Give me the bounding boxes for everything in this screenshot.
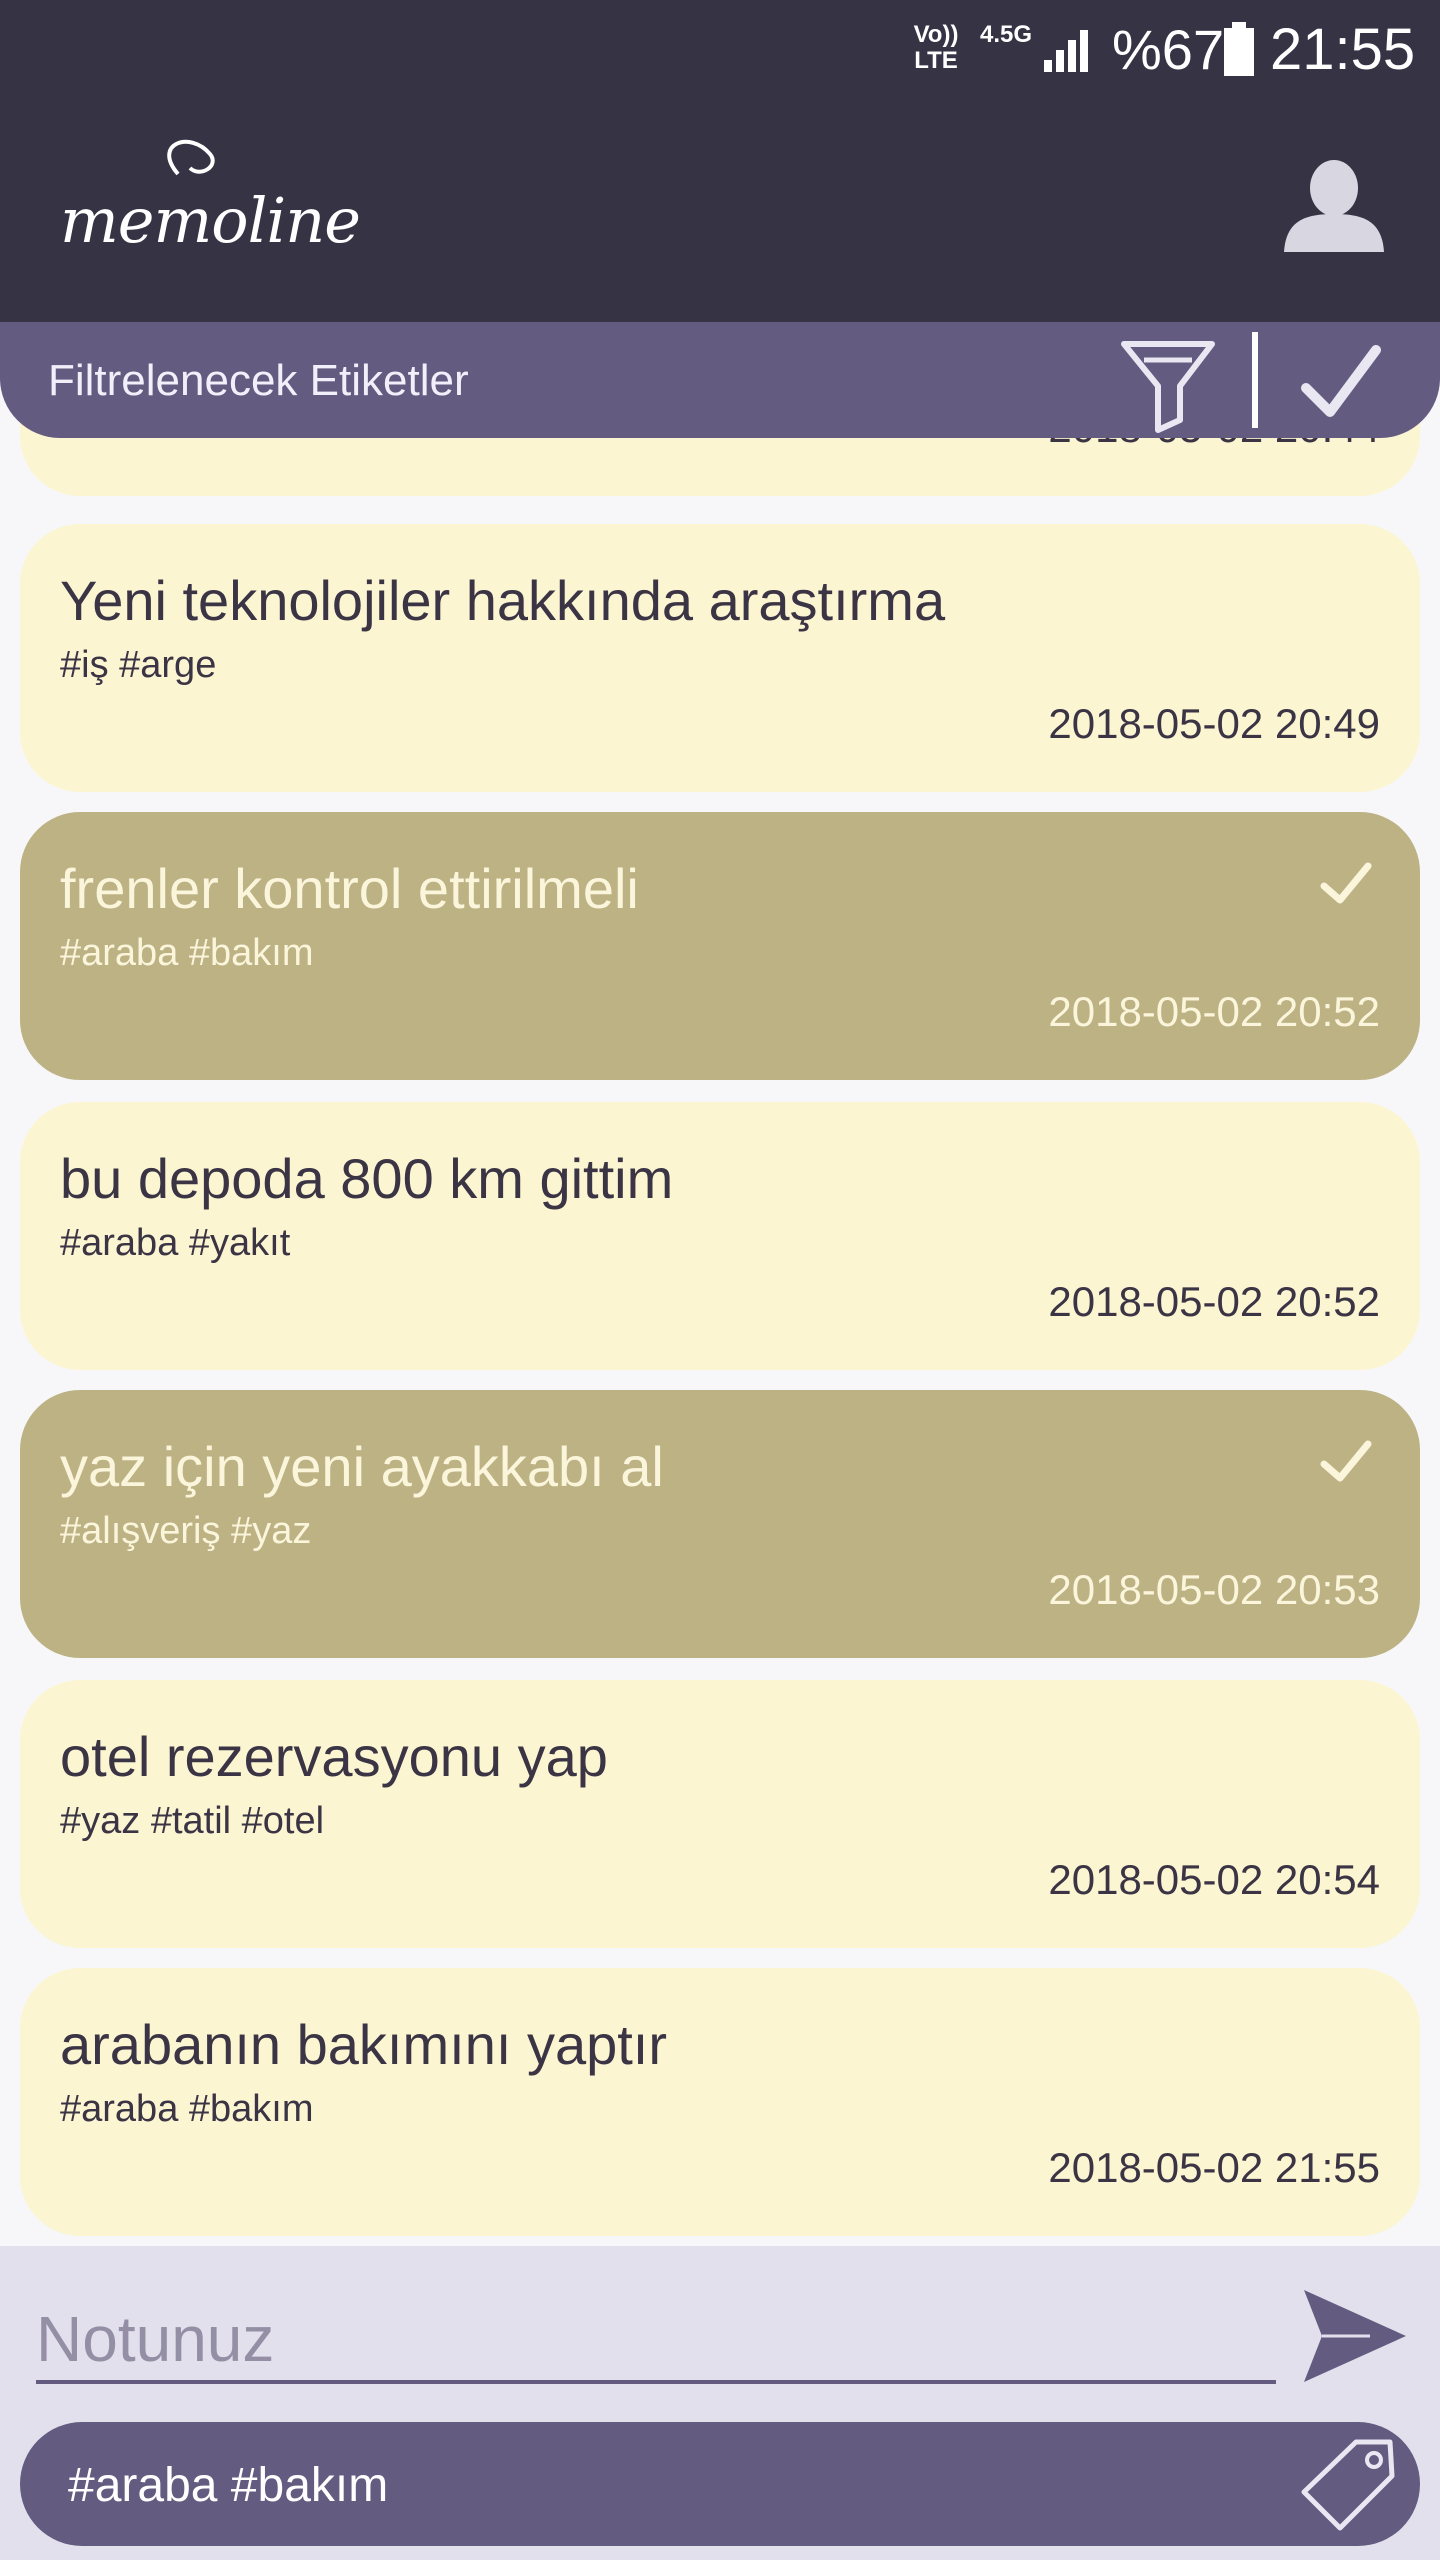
note-card[interactable]: arabanın bakımını yaptır #araba #bakım 2… [20,1968,1420,2236]
note-input[interactable] [36,2298,1276,2384]
note-title: yaz için yeni ayakkabı al [60,1435,664,1498]
person-icon [1284,160,1384,252]
note-date: 2018-05-02 21:55 [1048,2144,1380,2191]
note-title: bu depoda 800 km gittim [60,1147,674,1210]
note-date: 2018-05-02 20:53 [1048,1566,1380,1613]
note-tags: #araba #bakım [60,932,314,974]
notes-list[interactable]: 2018-05-02 20:44 Yeni teknolojiler hakkı… [0,322,1440,2246]
filter-label[interactable]: Filtrelenecek Etiketler [48,356,469,406]
note-date: 2018-05-02 20:52 [1048,988,1380,1035]
send-icon[interactable] [1300,2286,1410,2386]
note-tags: #iş #arge [60,644,217,686]
note-date: 2018-05-02 20:52 [1048,1278,1380,1325]
note-tags: #yaz #tatil #otel [60,1800,325,1842]
note-composer: #araba #bakım [0,2246,1440,2560]
check-icon[interactable] [1298,340,1382,424]
signal-icon [1044,30,1088,72]
filter-divider [1252,332,1258,428]
app-bar: memoline [0,100,1440,322]
profile-button[interactable] [1282,158,1386,254]
note-tags: #alışveriş #yaz [60,1510,312,1552]
tag-icon[interactable] [1298,2436,1398,2536]
note-card[interactable]: bu depoda 800 km gittim #araba #yakıt 20… [20,1102,1420,1370]
logo-text: memoline [60,184,361,257]
note-title: otel rezervasyonu yap [60,1725,608,1788]
note-card[interactable]: Yeni teknolojiler hakkında araştırma #iş… [20,524,1420,792]
note-tags: #araba #yakıt [60,1222,291,1264]
note-date: 2018-05-02 20:54 [1048,1856,1380,1903]
done-check-icon [1320,1440,1372,1482]
note-card[interactable]: otel rezervasyonu yap #yaz #tatil #otel … [20,1680,1420,1948]
note-card-done[interactable]: yaz için yeni ayakkabı al #alışveriş #ya… [20,1390,1420,1658]
clock: 21:55 [1270,17,1416,82]
note-card-done[interactable]: frenler kontrol ettirilmeli #araba #bakı… [20,812,1420,1080]
done-check-icon [1320,862,1372,904]
note-title: Yeni teknolojiler hakkında araştırma [60,569,946,632]
note-date: 2018-05-02 20:49 [1048,700,1380,747]
volte-indicator: Vo)) LTE [913,21,959,74]
status-bar: Vo)) LTE 4.5G %67 21:55 [0,0,1440,100]
funnel-icon[interactable] [1118,334,1218,434]
battery-percent: %67 [1112,18,1225,81]
tag-input-bar[interactable]: #araba #bakım [20,2422,1420,2546]
network-type: 4.5G [979,21,1033,48]
tag-filter-bar: Filtrelenecek Etiketler [0,322,1440,438]
selected-tags[interactable]: #araba #bakım [68,2458,388,2513]
battery-icon [1224,22,1254,76]
note-tags: #araba #bakım [60,2088,314,2130]
note-title: frenler kontrol ettirilmeli [60,857,639,920]
note-title: arabanın bakımını yaptır [60,2013,668,2076]
app-logo: memoline [60,134,361,274]
